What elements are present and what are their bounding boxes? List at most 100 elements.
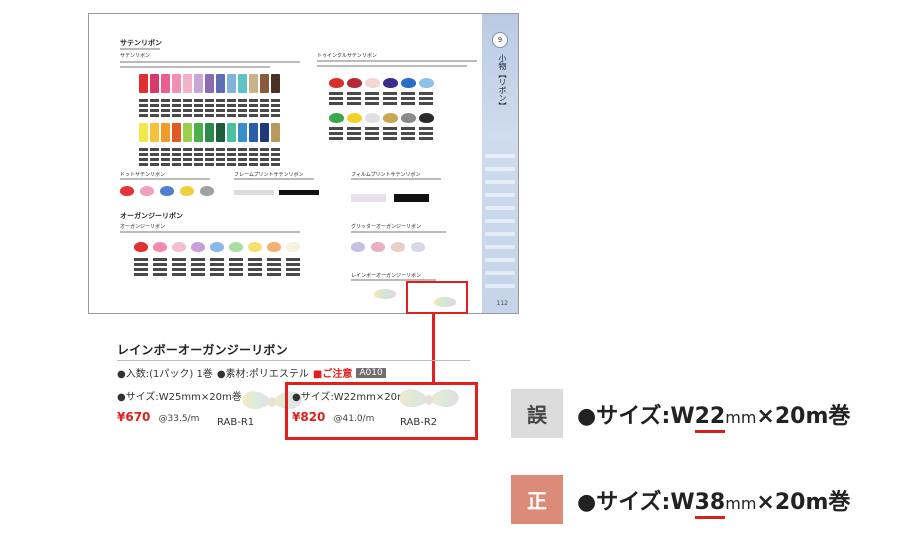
code-cell — [153, 263, 167, 266]
fine-print — [317, 65, 467, 67]
code-cell — [183, 163, 192, 166]
fine-print — [317, 60, 477, 62]
code-cell — [271, 163, 280, 166]
code-cell — [238, 99, 247, 102]
code-cell — [205, 109, 214, 112]
code-cell — [134, 268, 148, 271]
fine-print — [351, 178, 441, 180]
code-cell — [205, 104, 214, 107]
code-cell — [271, 114, 280, 117]
color-swatch — [227, 74, 236, 93]
code-cell — [183, 99, 192, 102]
code-cell — [194, 153, 203, 156]
ribbon-bow-thumb — [153, 242, 167, 252]
code-cell — [205, 158, 214, 161]
ribbon-bow-thumb — [365, 113, 380, 123]
frame-print-sample — [279, 190, 319, 195]
color-swatch — [205, 123, 214, 142]
code-cell — [227, 153, 236, 156]
code-cell — [161, 104, 170, 107]
product-unit-price: @33.5/m — [158, 414, 200, 424]
code-cell — [150, 99, 159, 102]
subsection-satin: サテンリボン — [120, 53, 151, 59]
code-cell — [249, 104, 258, 107]
code-cell — [216, 158, 225, 161]
code-cell — [286, 268, 300, 271]
chapter-badge: 9 — [492, 32, 508, 48]
organdy-codes — [134, 258, 300, 276]
code-cell — [260, 109, 269, 112]
color-swatch — [260, 123, 269, 142]
code-cell — [210, 273, 224, 276]
meta-notice: ■ご注意 — [312, 369, 353, 380]
code-cell — [205, 163, 214, 166]
wrong-unit: mm — [725, 407, 757, 427]
code-cell — [419, 137, 433, 140]
code-cell — [139, 158, 148, 161]
color-swatch — [227, 123, 236, 142]
code-cell — [183, 158, 192, 161]
code-cell — [172, 158, 181, 161]
color-swatch — [139, 123, 148, 142]
product-price: ¥670 — [117, 410, 151, 424]
ribbon-bow-thumb — [140, 186, 154, 196]
code-cell — [216, 163, 225, 166]
code-cell — [347, 127, 361, 130]
code-cell — [238, 104, 247, 107]
code-cell — [161, 114, 170, 117]
ribbon-bow-thumb — [371, 242, 385, 252]
code-cell — [153, 268, 167, 271]
satin-swatches-row2 — [139, 123, 280, 142]
code-cell — [139, 99, 148, 102]
code-cell — [161, 148, 170, 151]
right-text: ●サイズ:W38mm×20m巻 — [577, 484, 850, 516]
code-cell — [172, 99, 181, 102]
ribbon-bow-thumb — [210, 242, 224, 252]
code-cell — [238, 114, 247, 117]
code-cell — [260, 158, 269, 161]
code-cell — [183, 153, 192, 156]
ribbon-bow-thumb — [401, 113, 416, 123]
ribbon-bow-thumb — [286, 242, 300, 252]
correction-right-row: 正 ●サイズ:W38mm×20m巻 — [511, 475, 850, 524]
code-cell — [249, 99, 258, 102]
code-cell — [401, 137, 415, 140]
code-cell — [194, 163, 203, 166]
code-cell — [249, 148, 258, 151]
code-cell — [191, 268, 205, 271]
film-print-sample — [394, 194, 429, 202]
code-cell — [329, 137, 343, 140]
code-cell — [365, 137, 379, 140]
code-cell — [161, 163, 170, 166]
code-cell — [194, 104, 203, 107]
ribbon-bow-thumb — [160, 186, 174, 196]
ribbon-bow-thumb — [180, 186, 194, 196]
code-cell — [267, 258, 281, 261]
color-swatch — [249, 123, 258, 142]
code-cell — [161, 153, 170, 156]
code-cell — [172, 163, 181, 166]
code-cell — [227, 109, 236, 112]
code-cell — [401, 92, 415, 95]
code-cell — [139, 163, 148, 166]
product-title: レインボーオーガンジーリボン — [117, 343, 288, 357]
code-cell — [139, 148, 148, 151]
code-cell — [383, 137, 397, 140]
code-cell — [271, 153, 280, 156]
color-swatch — [150, 74, 159, 93]
wrong-text: ●サイズ:W22mm×20m巻 — [577, 398, 850, 430]
frame-print-sample — [234, 190, 274, 195]
code-cell — [401, 102, 415, 105]
product-rab-r1: ●サイズ:W25mm×20m巻 ¥670 @33.5/m RAB-R1 — [117, 388, 302, 438]
right-label: 正 — [511, 475, 563, 524]
code-cell — [365, 102, 379, 105]
code-cell — [205, 114, 214, 117]
code-cell — [365, 132, 379, 135]
ribbon-bow-thumb — [248, 242, 262, 252]
code-cell — [271, 109, 280, 112]
code-cell — [183, 104, 192, 107]
code-cell — [227, 99, 236, 102]
catalog-highlight-box — [406, 281, 468, 314]
wrong-label: 誤 — [511, 389, 563, 438]
color-swatch — [238, 123, 247, 142]
